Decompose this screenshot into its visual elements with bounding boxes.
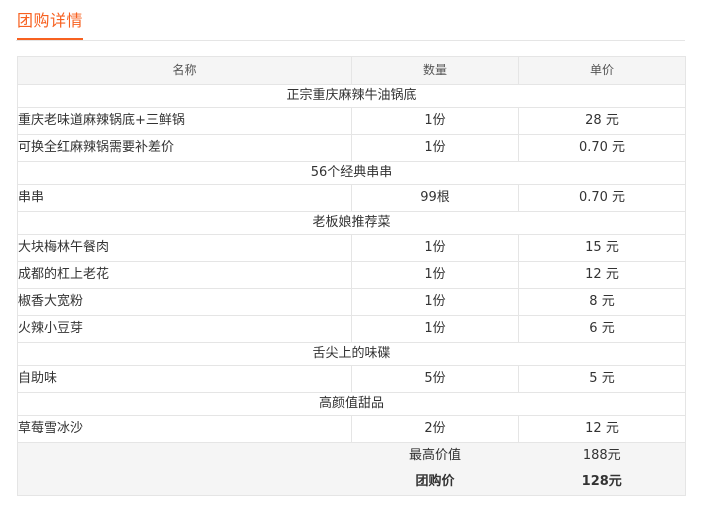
item-name: 大块梅林午餐肉 [17, 234, 352, 262]
summary-deal-row: 团购价 128元 [17, 469, 686, 496]
item-name: 火辣小豆芽 [17, 315, 352, 343]
item-qty: 1份 [351, 134, 519, 162]
original-price-value: 188元 [518, 442, 686, 469]
table-header-row: 名称 数量 单价 [17, 56, 686, 85]
item-qty: 5份 [351, 365, 519, 393]
group-header-row: 56个经典串串 [17, 161, 686, 185]
item-price: 12 元 [518, 415, 686, 443]
summary-spacer [17, 469, 352, 496]
item-qty: 99根 [351, 184, 519, 212]
summary-original-row: 最高价值 188元 [17, 442, 686, 469]
item-price: 12 元 [518, 261, 686, 289]
summary-spacer [17, 442, 352, 469]
section-title: 团购详情 [17, 12, 84, 40]
deal-price-label: 团购价 [351, 469, 519, 496]
table-row: 大块梅林午餐肉 1份 15 元 [17, 234, 686, 262]
group-title: 老板娘推荐菜 [17, 211, 686, 235]
column-header-name: 名称 [17, 56, 352, 85]
table-row: 椒香大宽粉 1份 8 元 [17, 288, 686, 316]
original-price-label: 最高价值 [351, 442, 519, 469]
item-price: 28 元 [518, 107, 686, 135]
item-price: 5 元 [518, 365, 686, 393]
item-price: 15 元 [518, 234, 686, 262]
group-title: 56个经典串串 [17, 161, 686, 185]
table-row: 成都的杠上老花 1份 12 元 [17, 261, 686, 289]
item-price: 6 元 [518, 315, 686, 343]
item-qty: 1份 [351, 288, 519, 316]
table-body: 正宗重庆麻辣牛油锅底 重庆老味道麻辣锅底+三鲜锅 1份 28 元 可换全红麻辣锅… [17, 84, 686, 496]
item-name: 串串 [17, 184, 352, 212]
item-price: 0.70 元 [518, 184, 686, 212]
item-qty: 2份 [351, 415, 519, 443]
item-qty: 1份 [351, 234, 519, 262]
item-qty: 1份 [351, 261, 519, 289]
group-header-row: 舌尖上的味碟 [17, 342, 686, 366]
section-header: 团购详情 [16, 0, 685, 41]
group-title: 高颜值甜品 [17, 392, 686, 416]
item-qty: 1份 [351, 107, 519, 135]
item-name: 可换全红麻辣锅需要补差价 [17, 134, 352, 162]
item-price: 8 元 [518, 288, 686, 316]
item-qty: 1份 [351, 315, 519, 343]
table-row: 串串 99根 0.70 元 [17, 184, 686, 212]
table-row: 可换全红麻辣锅需要补差价 1份 0.70 元 [17, 134, 686, 162]
group-header-row: 老板娘推荐菜 [17, 211, 686, 235]
item-name: 成都的杠上老花 [17, 261, 352, 289]
group-title: 正宗重庆麻辣牛油锅底 [17, 84, 686, 108]
column-header-price: 单价 [518, 56, 686, 85]
column-header-qty: 数量 [351, 56, 519, 85]
item-name: 自助味 [17, 365, 352, 393]
item-name: 椒香大宽粉 [17, 288, 352, 316]
group-header-row: 高颜值甜品 [17, 392, 686, 416]
item-name: 重庆老味道麻辣锅底+三鲜锅 [17, 107, 352, 135]
item-name: 草莓雪冰沙 [17, 415, 352, 443]
table-row: 自助味 5份 5 元 [17, 365, 686, 393]
deal-price-value: 128元 [518, 469, 686, 496]
table-row: 火辣小豆芽 1份 6 元 [17, 315, 686, 343]
table-row: 草莓雪冰沙 2份 12 元 [17, 415, 686, 443]
table-row: 重庆老味道麻辣锅底+三鲜锅 1份 28 元 [17, 107, 686, 135]
group-title: 舌尖上的味碟 [17, 342, 686, 366]
deal-detail-table: 名称 数量 单价 正宗重庆麻辣牛油锅底 重庆老味道麻辣锅底+三鲜锅 1份 28 … [17, 56, 686, 496]
group-header-row: 正宗重庆麻辣牛油锅底 [17, 84, 686, 108]
item-price: 0.70 元 [518, 134, 686, 162]
